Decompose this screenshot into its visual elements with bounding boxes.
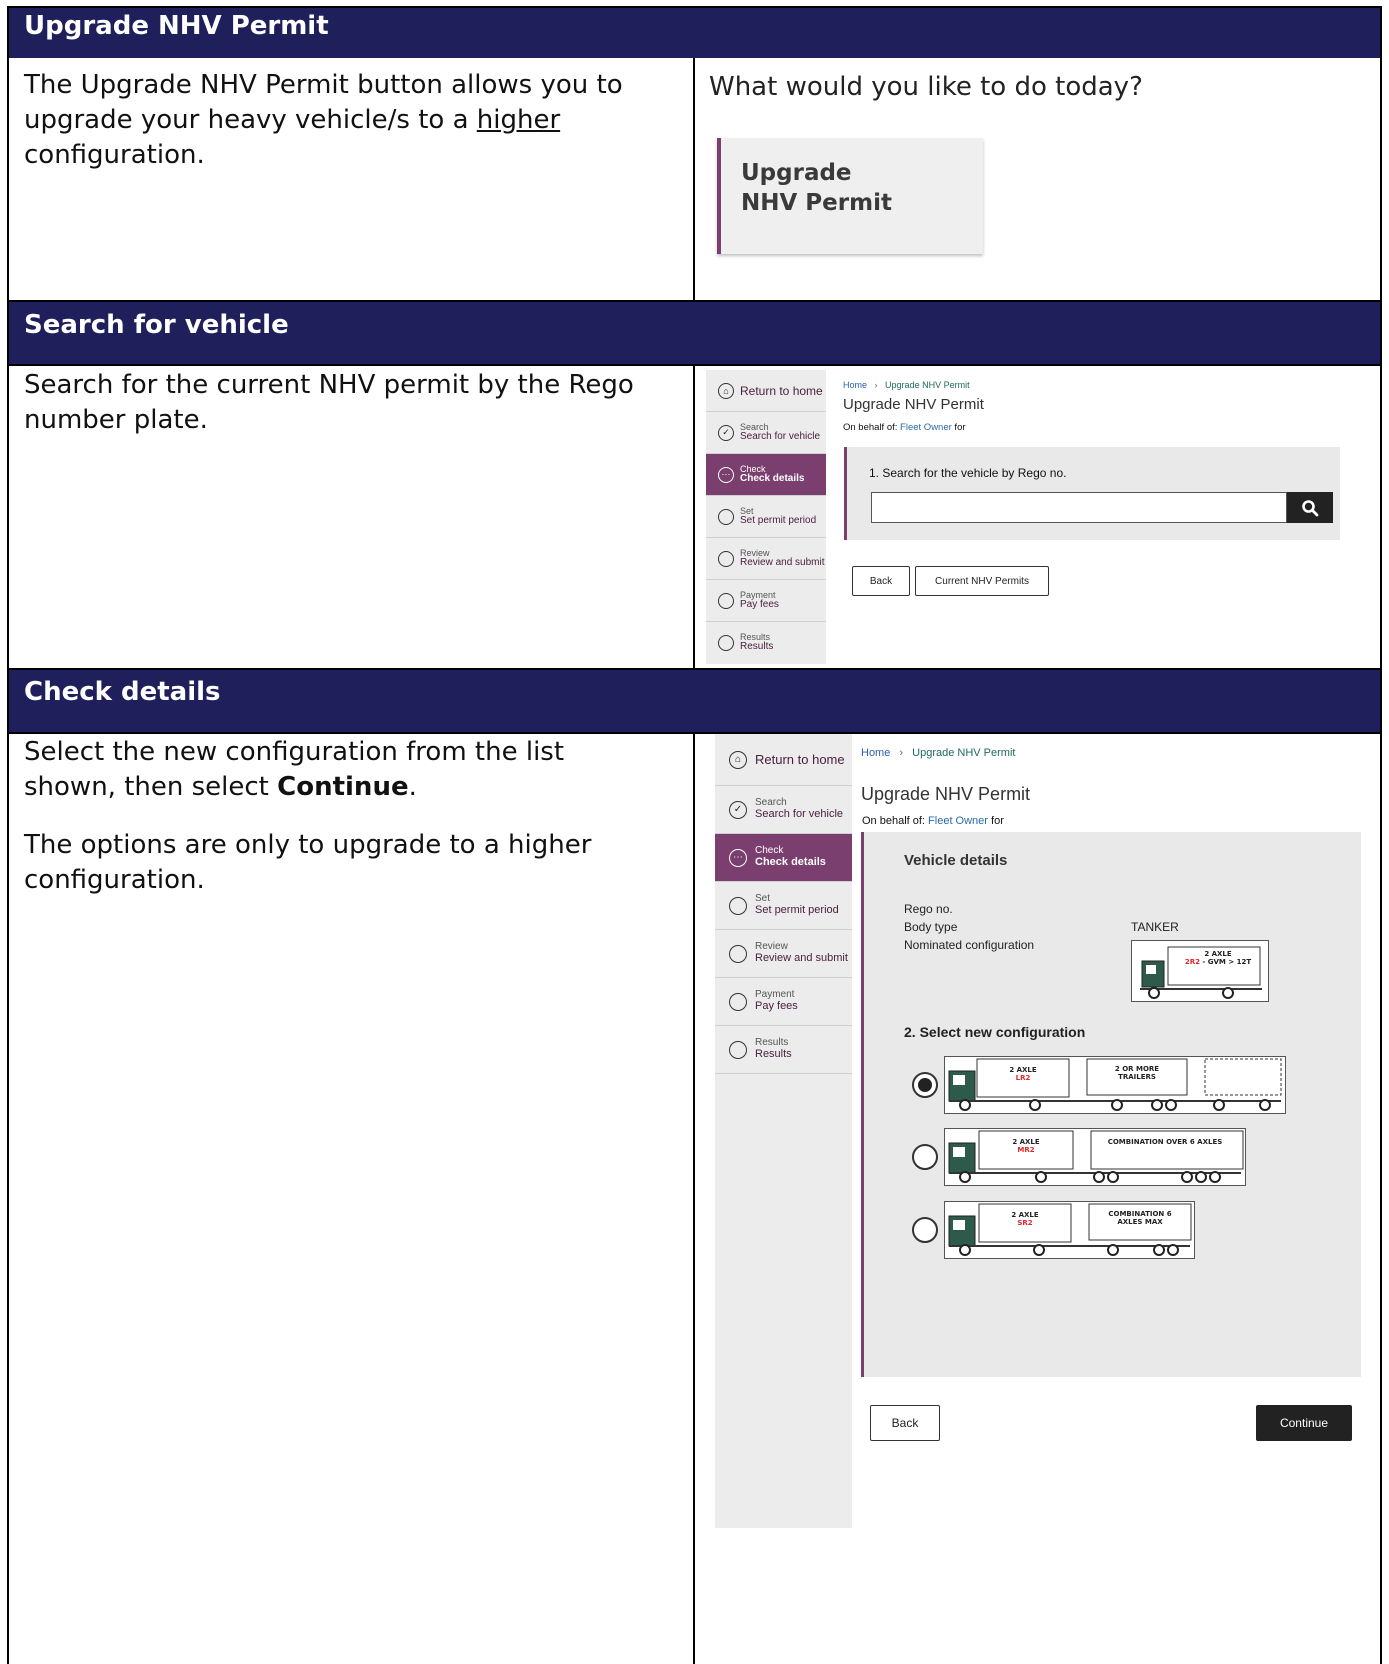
field-value-body: TANKER	[1131, 920, 1179, 934]
back-button[interactable]: Back	[852, 566, 910, 596]
home-icon: ⌂	[729, 750, 747, 769]
select-config-heading: 2. Select new configuration	[904, 1024, 1086, 1040]
fleet-owner-link[interactable]: Fleet Owner	[900, 422, 952, 433]
field-label-body: Body type	[904, 920, 958, 934]
current-permits-button[interactable]: Current NHV Permits	[915, 566, 1049, 596]
section-header-upgrade: Upgrade NHV Permit	[9, 8, 1380, 58]
rigid-truck-icon	[1140, 946, 1262, 999]
option-axle-label: 2 AXLE LR2	[1009, 1066, 1037, 1082]
breadcrumb-current: Upgrade NHV Permit	[885, 380, 970, 390]
breadcrumb: Home › Upgrade NHV Permit	[861, 747, 1016, 759]
check-details-screenshot: ⌂ Return to home ✓ Search Search for vehi…	[706, 734, 1372, 1528]
vehicle-details-heading: Vehicle details	[904, 852, 1008, 869]
check-icon: ✓	[729, 800, 747, 819]
nominated-axle-label: 2 AXLE 2R2 - GVM > 12T	[1184, 950, 1252, 966]
description-upgrade: The Upgrade NHV Permit button allows you…	[24, 70, 623, 170]
breadcrumb-home[interactable]: Home	[861, 747, 890, 759]
search-button[interactable]	[1287, 492, 1333, 523]
step-search[interactable]: ✓ Search Search for vehicle	[706, 412, 826, 454]
empty-circle-icon	[718, 550, 734, 567]
search-screenshot: ⌂ Return to home ✓ Search Search for vehi…	[706, 370, 1372, 664]
description-search: Search for the current NHV permit by the…	[24, 370, 634, 435]
empty-circle-icon	[729, 992, 747, 1011]
option-trailer-label: COMBINATION OVER 6 AXLES	[1107, 1138, 1223, 1146]
search-panel-heading: 1. Search for the vehicle by Rego no.	[869, 466, 1067, 480]
search-icon	[1302, 499, 1319, 516]
ellipsis-icon: ⋯	[729, 848, 747, 867]
field-label-config: Nominated configuration	[904, 938, 1035, 952]
step-payment[interactable]: Payment Pay fees	[715, 978, 852, 1026]
step-review[interactable]: Review Review and submit	[715, 930, 852, 978]
check-instruction: Select the new configuration from the li…	[24, 737, 565, 802]
empty-circle-icon	[729, 944, 747, 963]
breadcrumb-home[interactable]: Home	[843, 380, 867, 390]
step-search[interactable]: ✓ Search Search for vehicle	[715, 786, 852, 834]
config-option-mr2-radio[interactable]	[912, 1144, 938, 1170]
section-header-search: Search for vehicle	[9, 302, 1380, 364]
on-behalf-of: On behalf of: Fleet Owner for	[862, 815, 1004, 827]
on-behalf-of: On behalf of: Fleet Owner for	[843, 422, 966, 433]
continue-button[interactable]: Continue	[1256, 1405, 1352, 1441]
higher-emphasis: higher	[476, 105, 561, 135]
upgrade-permit-tile[interactable]: Upgrade NHV Permit	[717, 138, 983, 254]
step-payment[interactable]: Payment Pay fees	[706, 580, 826, 622]
upgrade-home-screenshot: What would you like to do today? Upgrade…	[709, 68, 1369, 288]
step-set[interactable]: Set Set permit period	[715, 882, 852, 930]
back-button[interactable]: Back	[870, 1405, 940, 1441]
return-home-link[interactable]: ⌂ Return to home	[706, 370, 826, 412]
instruction-table: Upgrade NHV Permit The Upgrade NHV Permi…	[7, 6, 1382, 1664]
return-home-link[interactable]: ⌂ Return to home	[715, 734, 852, 786]
check-icon: ✓	[718, 424, 734, 441]
step-check[interactable]: ⋯ Check Check details	[706, 454, 826, 496]
config-option-sr2-radio[interactable]	[912, 1217, 938, 1243]
option-trailer-label: COMBINATION 6 AXLES MAX	[1108, 1210, 1172, 1226]
breadcrumb-current: Upgrade NHV Permit	[912, 747, 1016, 759]
config-option-lr2-image[interactable]: 2 AXLE LR2 2 OR MORE TRAILERS	[944, 1056, 1286, 1114]
empty-circle-icon	[718, 508, 734, 525]
config-option-mr2-image[interactable]: 2 AXLE MR2 COMBINATION OVER 6 AXLES	[944, 1128, 1246, 1186]
description-check: Select the new configuration from the li…	[24, 735, 654, 898]
today-prompt: What would you like to do today?	[709, 72, 1143, 102]
empty-circle-icon	[718, 635, 734, 651]
section-header-check: Check details	[9, 670, 1380, 732]
tile-label: Upgrade NHV Permit	[741, 160, 892, 216]
config-option-lr2-radio[interactable]	[912, 1072, 938, 1098]
check-note: The options are only to upgrade to a hig…	[24, 830, 592, 895]
fleet-owner-link[interactable]: Fleet Owner	[928, 815, 988, 827]
step-check[interactable]: ⋯ Check Check details	[715, 834, 852, 882]
empty-circle-icon	[729, 1040, 747, 1059]
ellipsis-icon: ⋯	[718, 466, 734, 483]
column-divider	[693, 58, 695, 1664]
step-review[interactable]: Review Review and submit	[706, 538, 826, 580]
page-title: Upgrade NHV Permit	[843, 396, 984, 413]
rego-search-input[interactable]	[871, 492, 1287, 523]
empty-circle-icon	[729, 896, 747, 915]
search-panel: 1. Search for the vehicle by Rego no.	[844, 447, 1340, 540]
step-results[interactable]: Results Results	[706, 622, 826, 664]
step-set[interactable]: Set Set permit period	[706, 496, 826, 538]
nominated-config-image: 2 AXLE 2R2 - GVM > 12T	[1131, 940, 1269, 1002]
field-label-rego: Rego no.	[904, 902, 953, 916]
option-axle-label: 2 AXLE SR2	[1011, 1211, 1039, 1227]
empty-circle-icon	[718, 592, 734, 609]
page-title: Upgrade NHV Permit	[861, 784, 1031, 804]
option-axle-label: 2 AXLE MR2	[1012, 1138, 1040, 1154]
vehicle-details-panel: Vehicle details Rego no. Body type TANKE…	[861, 832, 1361, 1377]
step-sidebar: ⌂ Return to home ✓ Search Search for vehi…	[715, 734, 852, 1528]
home-icon: ⌂	[718, 382, 734, 399]
breadcrumb: Home › Upgrade NHV Permit	[843, 380, 970, 390]
step-results[interactable]: Results Results	[715, 1026, 852, 1074]
config-option-sr2-image[interactable]: 2 AXLE SR2 COMBINATION 6 AXLES MAX	[944, 1201, 1195, 1259]
option-trailer-label: 2 OR MORE TRAILERS	[1114, 1065, 1160, 1081]
step-sidebar: ⌂ Return to home ✓ Search Search for vehi…	[706, 370, 826, 664]
